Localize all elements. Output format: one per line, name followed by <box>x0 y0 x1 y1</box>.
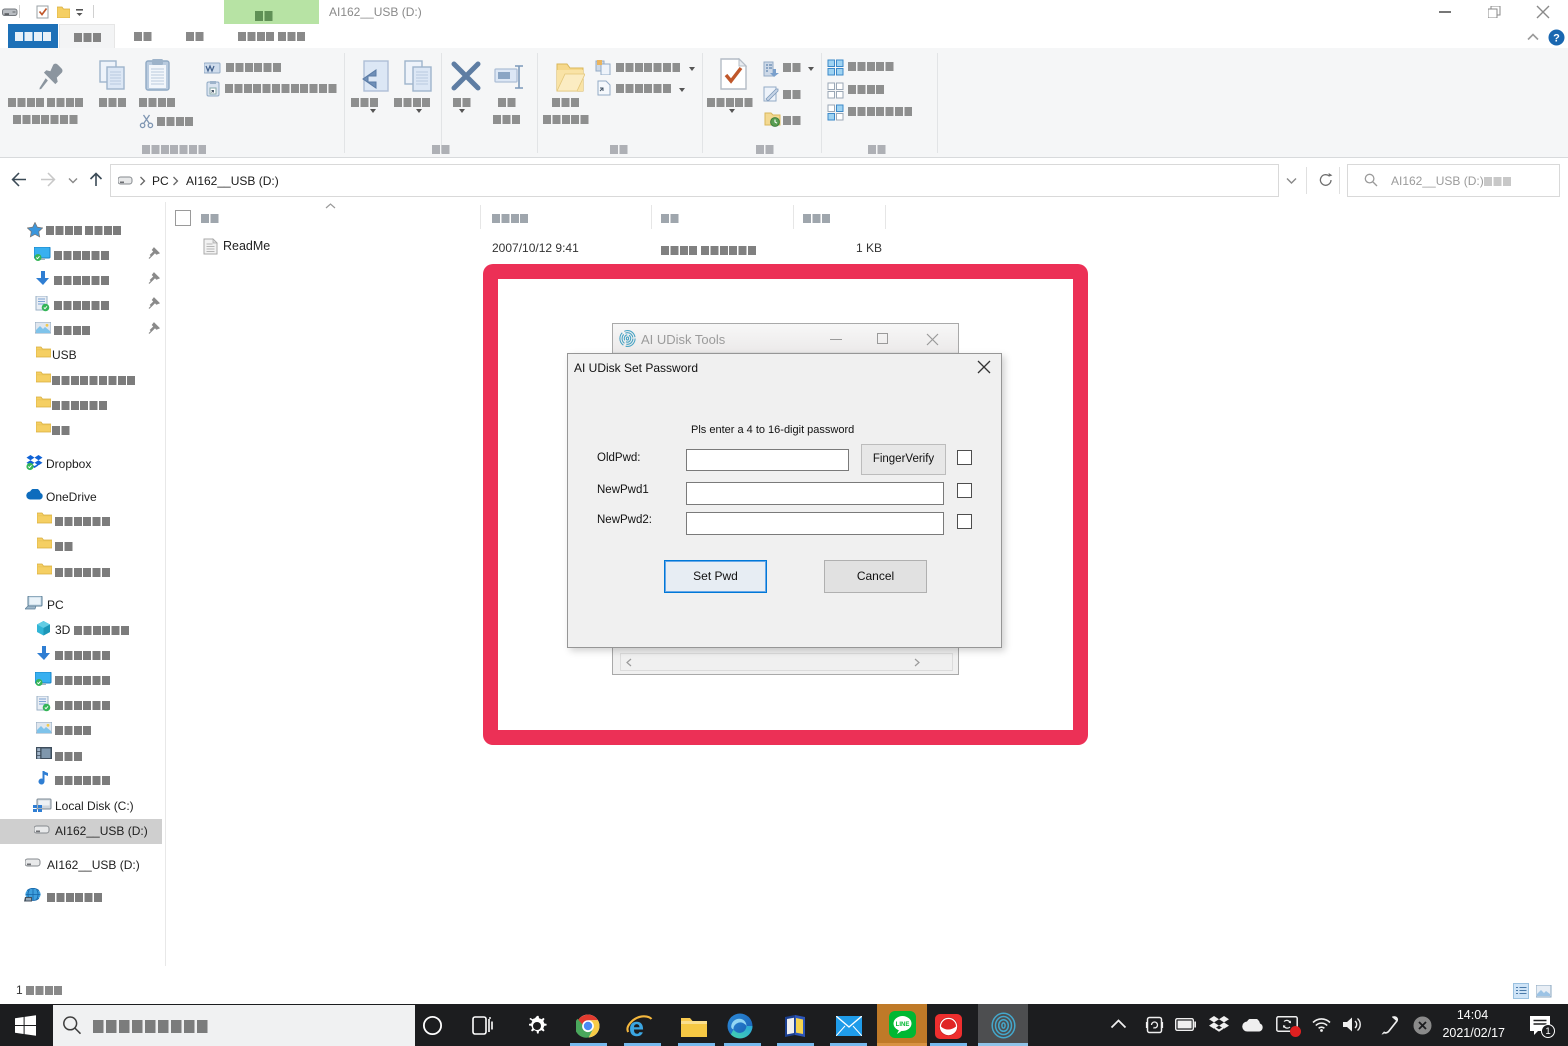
svg-text:?: ? <box>1553 33 1560 45</box>
svg-text:LINE: LINE <box>896 1022 910 1028</box>
